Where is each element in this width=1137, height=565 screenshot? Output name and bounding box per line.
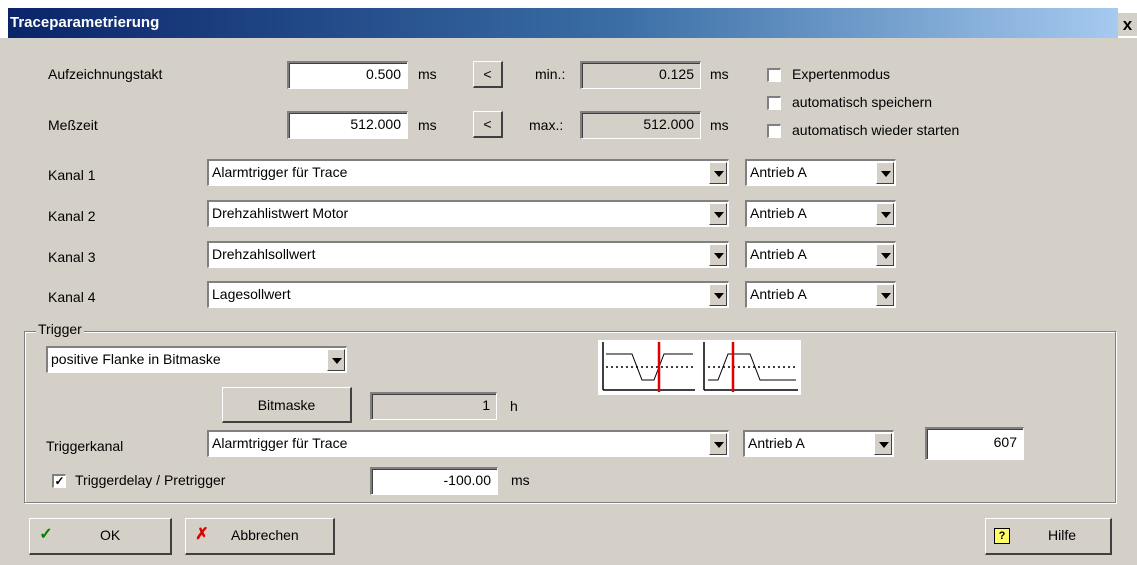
triggerkanal-value-input[interactable]: 607 — [925, 427, 1024, 460]
close-button[interactable]: x — [1118, 13, 1137, 36]
kanal-3-label: Kanal 3 — [48, 249, 96, 265]
kanal-2-label: Kanal 2 — [48, 208, 96, 224]
kanal-3-signal-select[interactable]: Drehzahlsollwert — [207, 241, 729, 268]
kanal-4-signal-value: Lagesollwert — [212, 286, 291, 302]
triggerkanal-signal-value: Alarmtrigger für Trace — [212, 435, 348, 451]
chevron-down-icon[interactable] — [709, 162, 727, 184]
kanal-1-signal-value: Alarmtrigger für Trace — [212, 164, 348, 180]
kanal-3-drive-value: Antrieb A — [750, 246, 807, 262]
max-unit: ms — [710, 117, 729, 133]
window-title: Traceparametrierung — [10, 14, 160, 31]
aufzeichnungstakt-min-button[interactable]: < — [473, 61, 503, 88]
chevron-down-icon[interactable] — [709, 244, 727, 266]
min-unit: ms — [710, 66, 729, 82]
messzeit-input[interactable]: 512.000 — [287, 111, 408, 139]
kanal-4-signal-select[interactable]: Lagesollwert — [207, 281, 729, 308]
triggerkanal-drive-select[interactable]: Antrieb A — [743, 430, 894, 457]
trigger-group-label: Trigger — [36, 321, 84, 337]
chevron-down-icon[interactable] — [874, 433, 892, 455]
messzeit-label: Meßzeit — [48, 117, 98, 133]
expertenmodus-checkbox[interactable] — [767, 68, 781, 82]
kanal-1-label: Kanal 1 — [48, 167, 96, 183]
title-bar-fill — [8, 8, 1118, 38]
triggerkanal-drive-value: Antrieb A — [748, 435, 805, 451]
kanal-2-drive-value: Antrieb A — [750, 205, 807, 221]
chevron-down-icon[interactable] — [876, 162, 894, 184]
title-bar: Traceparametrierung x — [0, 0, 1137, 38]
cross-icon: ✗ — [195, 526, 209, 543]
chevron-down-icon[interactable] — [709, 433, 727, 455]
checkmark-icon: ✓ — [39, 526, 53, 543]
triggerkanal-label: Triggerkanal — [46, 438, 124, 454]
max-label: max.: — [529, 117, 564, 133]
min-value: 0.125 — [580, 61, 701, 89]
kanal-1-drive-select[interactable]: Antrieb A — [745, 159, 896, 186]
ok-button[interactable]: ✓ OK — [29, 518, 172, 555]
triggerdelay-checkbox[interactable]: ✓ — [52, 474, 66, 488]
bitmaske-button[interactable]: Bitmaske — [222, 387, 352, 423]
chevron-down-icon[interactable] — [327, 349, 345, 371]
aufzeichnungstakt-input[interactable]: 0.500 — [287, 61, 408, 89]
cancel-button[interactable]: ✗ Abbrechen — [185, 518, 335, 555]
aufzeichnungstakt-unit: ms — [418, 66, 437, 82]
aufzeichnungstakt-label: Aufzeichnungstakt — [48, 66, 163, 82]
kanal-2-signal-value: Drehzahlistwert Motor — [212, 205, 349, 221]
trigger-mode-value: positive Flanke in Bitmaske — [51, 351, 221, 367]
messzeit-max-button[interactable]: < — [473, 111, 503, 138]
triggerkanal-signal-select[interactable]: Alarmtrigger für Trace — [207, 430, 729, 457]
help-icon: ? — [994, 528, 1010, 544]
messzeit-unit: ms — [418, 117, 437, 133]
automatisch-wieder-starten-checkbox[interactable] — [767, 124, 781, 138]
kanal-4-drive-select[interactable]: Antrieb A — [745, 281, 896, 308]
bitmaske-value: 1 — [370, 392, 497, 420]
kanal-1-signal-select[interactable]: Alarmtrigger für Trace — [207, 159, 729, 186]
triggerdelay-unit: ms — [511, 472, 530, 488]
automatisch-speichern-label: automatisch speichern — [792, 94, 933, 110]
kanal-2-signal-select[interactable]: Drehzahlistwert Motor — [207, 200, 729, 227]
automatisch-wieder-starten-label: automatisch wieder starten — [792, 122, 960, 138]
chevron-down-icon[interactable] — [876, 203, 894, 225]
expertenmodus-label: Expertenmodus — [792, 66, 891, 82]
chevron-down-icon[interactable] — [709, 284, 727, 306]
automatisch-speichern-checkbox[interactable] — [767, 96, 781, 110]
kanal-4-drive-value: Antrieb A — [750, 286, 807, 302]
kanal-3-signal-value: Drehzahlsollwert — [212, 246, 316, 262]
kanal-3-drive-select[interactable]: Antrieb A — [745, 241, 896, 268]
chevron-down-icon[interactable] — [876, 284, 894, 306]
max-value: 512.000 — [580, 111, 701, 139]
cancel-label: Abbrechen — [231, 527, 299, 543]
kanal-2-drive-select[interactable]: Antrieb A — [745, 200, 896, 227]
help-button[interactable]: ? Hilfe — [985, 518, 1112, 555]
triggerdelay-input[interactable]: -100.00 — [370, 467, 498, 495]
min-label: min.: — [535, 66, 566, 82]
chevron-down-icon[interactable] — [709, 203, 727, 225]
ok-label: OK — [100, 527, 121, 543]
kanal-4-label: Kanal 4 — [48, 289, 96, 305]
trigger-mode-select[interactable]: positive Flanke in Bitmaske — [46, 346, 347, 373]
help-label: Hilfe — [1048, 527, 1077, 543]
trigger-edge-preview-icon — [598, 340, 801, 395]
triggerdelay-label: Triggerdelay / Pretrigger — [75, 472, 226, 488]
chevron-down-icon[interactable] — [876, 244, 894, 266]
kanal-1-drive-value: Antrieb A — [750, 164, 807, 180]
bitmaske-unit: h — [510, 398, 518, 414]
